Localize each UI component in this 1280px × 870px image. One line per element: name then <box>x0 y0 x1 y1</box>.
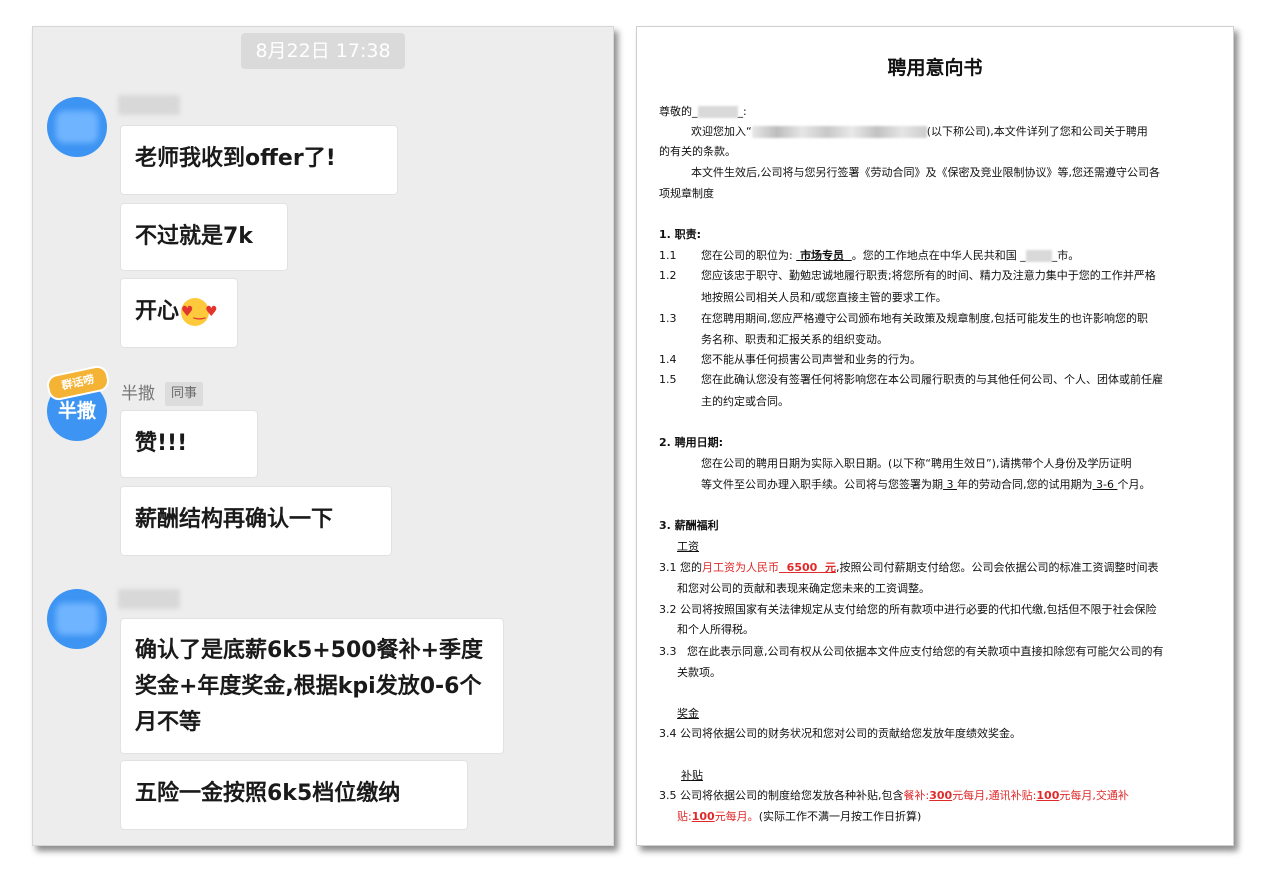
redacted-company <box>751 126 927 138</box>
position-value: 市场专员 <box>800 249 845 262</box>
sender-name-redacted <box>118 95 180 115</box>
sender-name-redacted <box>118 589 180 609</box>
clause-3-5: 3.5 公司将依据公司的制度给您发放各种补贴,包含餐补:300元每月,通讯补贴:… <box>659 789 1129 802</box>
clause-1-1: 您在公司的职位为: 市场专员 。您的工作地点在中华人民共和国 _ _市。 <box>701 249 1080 262</box>
offer-letter-document: 聘用意向书 尊敬的_ _: 欢迎您加入“ (以下称公司),本文件详列了您和公司关于聘… <box>636 26 1234 846</box>
heart-eyes-emoji-icon: ♥‿♥ <box>181 298 218 326</box>
message-bubble[interactable]: 赞!!! <box>120 410 258 478</box>
section-3-title: 3. 薪酬福利 <box>659 519 719 532</box>
redacted-city <box>1025 250 1052 262</box>
clause-3-3: 3.3 您在此表示同意,公司有权从公司依据本文件应支付给您的有关款项中直接扣除您… <box>659 645 1164 658</box>
salutation: 尊敬的_ _: <box>659 105 747 118</box>
intro-paragraph: 欢迎您加入“ (以下称公司),本文件详列了您和公司关于聘用 <box>691 125 1148 138</box>
chat-screenshot-panel: 8月22日 17:38 老师我收到offer了! 不过就是7k 开心 ♥‿♥ 半撒… <box>32 26 614 846</box>
sender-name: 半撒 <box>121 384 155 404</box>
section-1-title: 1. 职责: <box>659 228 702 241</box>
clause-3-4: 3.4 公司将依据公司的财务状况和您对公司的贡献给您发放年度绩效奖金。 <box>659 727 1021 740</box>
message-bubble[interactable]: 开心 ♥‿♥ <box>120 278 238 348</box>
avatar[interactable] <box>47 589 107 649</box>
clause-2: 等文件至公司办理入职手续。公司将与您签署为期 3 年的劳动合同,您的试用期为 3… <box>701 478 1151 491</box>
allowance-subheading: 补贴 <box>681 769 703 782</box>
message-bubble[interactable]: 五险一金按照6k5档位缴纳 <box>120 760 468 830</box>
message-bubble[interactable]: 薪酬结构再确认一下 <box>120 486 392 556</box>
sender-tag: 同事 <box>165 382 204 406</box>
clause-3-1: 3.1 您的月工资为人民币 6500 元,按照公司付薪期支付给您。公司会依据公司… <box>659 561 1159 574</box>
message-bubble[interactable]: 老师我收到offer了! <box>120 125 398 195</box>
bonus-subheading: 奖金 <box>677 707 699 720</box>
avatar[interactable] <box>47 97 107 157</box>
message-timestamp: 8月22日 17:38 <box>241 33 405 69</box>
message-bubble[interactable]: 不过就是7k <box>120 203 288 271</box>
message-bubble[interactable]: 确认了是底薪6k5+500餐补+季度奖金+年度奖金,根据kpi发放0-6个月不等 <box>120 618 504 754</box>
redacted-name <box>697 106 738 118</box>
salary-subheading: 工资 <box>677 540 699 553</box>
section-2-title: 2. 聘用日期: <box>659 436 724 449</box>
document-title: 聘用意向书 <box>887 57 983 79</box>
clause-3-2: 3.2 公司将按照国家有关法律规定从支付给您的所有款项中进行必要的代扣代缴,包括… <box>659 603 1157 616</box>
